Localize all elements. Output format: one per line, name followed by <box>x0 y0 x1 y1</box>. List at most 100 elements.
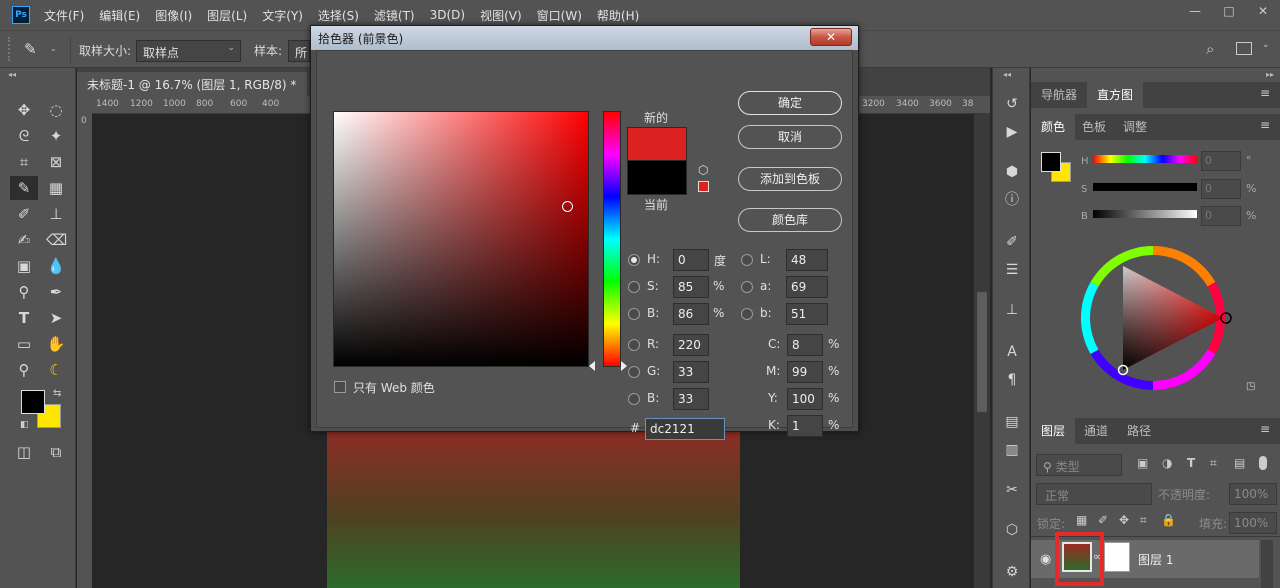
eyedropper-tool-icon[interactable]: ✎ <box>10 176 38 200</box>
panel-menu-icon[interactable]: ≡ <box>1260 422 1270 436</box>
filter-pixel-icon[interactable]: ▣ <box>1137 456 1148 470</box>
tab-paths[interactable]: 路径 <box>1117 418 1161 444</box>
color-libraries-button[interactable]: 颜色库 <box>738 208 842 232</box>
k-input[interactable]: 1 <box>787 415 823 437</box>
layer-filter-select[interactable]: ⚲ 类型 <box>1036 454 1122 476</box>
menu-image[interactable]: 图像(I) <box>155 7 192 24</box>
tab-color[interactable]: 颜色 <box>1031 114 1076 140</box>
3d-cube-icon[interactable]: ⬡ <box>1002 520 1022 540</box>
sample-size-select[interactable]: 取样点 ⌄ <box>136 40 241 62</box>
s-radio[interactable] <box>628 281 640 293</box>
clone-stamp-tool-icon[interactable]: ⊥ <box>46 204 66 224</box>
l-radio[interactable] <box>741 254 753 266</box>
blur-tool-icon[interactable]: 💧 <box>46 256 66 276</box>
saturation-brightness-field[interactable] <box>333 111 589 367</box>
document-tab[interactable]: 未标题-1 @ 16.7% (图层 1, RGB/8) * ✕ <box>77 72 318 96</box>
lasso-tool-icon[interactable]: ᘓ <box>14 126 34 146</box>
lock-artboard-icon[interactable]: ⌗ <box>1140 513 1147 528</box>
brush-settings-icon[interactable]: ✐ <box>1002 232 1022 252</box>
menu-select[interactable]: 选择(S) <box>318 7 359 24</box>
hue-slider-left-arrow[interactable] <box>589 361 595 371</box>
filter-smart-object-icon[interactable]: ▤ <box>1234 456 1245 470</box>
hue-slider-right-arrow[interactable] <box>621 361 627 371</box>
saturation-value-input[interactable]: 0 <box>1201 179 1241 199</box>
hue-slider[interactable] <box>603 111 621 367</box>
layers-scrollbar[interactable] <box>1261 540 1273 588</box>
magic-wand-tool-icon[interactable]: ✦ <box>46 126 66 146</box>
h-radio[interactable] <box>628 254 640 266</box>
tool-presets-icon[interactable]: ✂ <box>1002 480 1022 500</box>
lock-paint-icon[interactable]: ✐ <box>1098 513 1108 527</box>
y-input[interactable]: 100 <box>787 388 823 410</box>
filter-adjustment-icon[interactable]: ◑ <box>1162 456 1172 470</box>
workspace-icon[interactable] <box>1236 42 1252 55</box>
document-artwork[interactable] <box>327 430 740 588</box>
eraser-tool-icon[interactable]: ⌫ <box>46 230 67 250</box>
lock-position-icon[interactable]: ✥ <box>1119 513 1129 527</box>
c-input[interactable]: 8 <box>787 334 823 356</box>
menu-edit[interactable]: 编辑(E) <box>99 7 140 24</box>
menu-file[interactable]: 文件(F) <box>44 7 84 24</box>
color-wheel[interactable] <box>1071 236 1235 400</box>
vertical-scrollbar[interactable] <box>974 114 990 588</box>
out-of-gamut-cube-icon[interactable]: ⬡ <box>698 163 708 177</box>
dodge-tool-icon[interactable]: ⚲ <box>14 282 34 302</box>
collapse-icon[interactable]: ◂◂ <box>1003 70 1011 79</box>
filter-toggle-icon[interactable] <box>1259 456 1267 470</box>
collapse-toolbar-icon[interactable]: ◂◂ <box>8 70 16 79</box>
type-tool-icon[interactable]: T <box>14 308 34 328</box>
search-icon[interactable]: ⌕ <box>1206 40 1214 58</box>
info-icon[interactable]: ⓘ <box>1002 190 1022 210</box>
add-to-swatches-button[interactable]: 添加到色板 <box>738 167 842 191</box>
tab-channels[interactable]: 通道 <box>1074 418 1118 444</box>
banana-icon[interactable]: ☾ <box>46 360 66 380</box>
lock-all-icon[interactable]: 🔒 <box>1161 513 1176 527</box>
menu-3d[interactable]: 3D(D) <box>430 8 465 22</box>
blend-mode-select[interactable]: 正常 <box>1036 483 1152 505</box>
a-radio[interactable] <box>741 281 753 293</box>
blue-input[interactable]: 33 <box>673 388 709 410</box>
tab-histogram[interactable]: 直方图 <box>1087 82 1144 108</box>
gradient-tool-icon[interactable]: ▣ <box>14 256 34 276</box>
actions-play-icon[interactable]: ▶ <box>1002 122 1022 142</box>
restore-button[interactable]: □ <box>1212 0 1246 22</box>
clone-source-icon[interactable]: ⊥ <box>1002 300 1022 320</box>
rectangle-tool-icon[interactable]: ▭ <box>14 334 34 354</box>
l-input[interactable]: 48 <box>786 249 828 271</box>
tab-adjustments[interactable]: 调整 <box>1113 114 1157 140</box>
swap-colors-icon[interactable]: ⇆ <box>53 388 61 399</box>
blue-radio[interactable] <box>628 393 640 405</box>
ok-button[interactable]: 确定 <box>738 91 842 115</box>
eye-visibility-icon[interactable]: ◉ <box>1040 552 1051 567</box>
notes-icon[interactable]: ▥ <box>1002 440 1022 460</box>
3d-icon[interactable]: ⬢ <box>1002 162 1022 182</box>
m-input[interactable]: 99 <box>787 361 823 383</box>
saturation-slider[interactable] <box>1093 183 1197 191</box>
history-brush-tool-icon[interactable]: ✍ <box>14 230 34 250</box>
color-field-cursor[interactable] <box>562 201 573 212</box>
glyphs-icon[interactable]: ▤ <box>1002 412 1022 432</box>
menu-help[interactable]: 帮助(H) <box>597 7 639 24</box>
r-input[interactable]: 220 <box>673 334 709 356</box>
opacity-input[interactable]: 100% <box>1229 483 1277 505</box>
eyedropper-tool-preset-icon[interactable]: ✎ <box>24 40 37 58</box>
dialog-titlebar[interactable]: 拾色器 (前景色) <box>311 26 858 50</box>
path-selection-tool-icon[interactable]: ➤ <box>46 308 66 328</box>
web-only-checkbox[interactable] <box>334 381 346 393</box>
lab-b-radio[interactable] <box>741 308 753 320</box>
quick-mask-icon[interactable]: ◫ <box>14 442 34 462</box>
chevron-down-icon[interactable]: ⌄ <box>50 44 57 53</box>
hue-value-input[interactable]: 0 <box>1201 151 1241 171</box>
adjustments-sliders-icon[interactable]: ☰ <box>1002 260 1022 280</box>
panel-foreground-swatch[interactable] <box>1041 152 1061 172</box>
tab-navigator[interactable]: 导航器 <box>1031 82 1087 108</box>
filter-shape-icon[interactable]: ⌗ <box>1210 456 1217 471</box>
menu-filter[interactable]: 滤镜(T) <box>374 7 415 24</box>
tab-swatches[interactable]: 色板 <box>1072 114 1116 140</box>
menu-view[interactable]: 视图(V) <box>480 7 522 24</box>
tab-layers[interactable]: 图层 <box>1031 418 1076 444</box>
close-window-button[interactable]: ✕ <box>1246 0 1280 22</box>
elliptical-marquee-tool-icon[interactable]: ◌ <box>46 100 66 120</box>
paragraph-icon[interactable]: ¶ <box>1002 370 1022 390</box>
frame-tool-icon[interactable]: ⊠ <box>46 152 66 172</box>
